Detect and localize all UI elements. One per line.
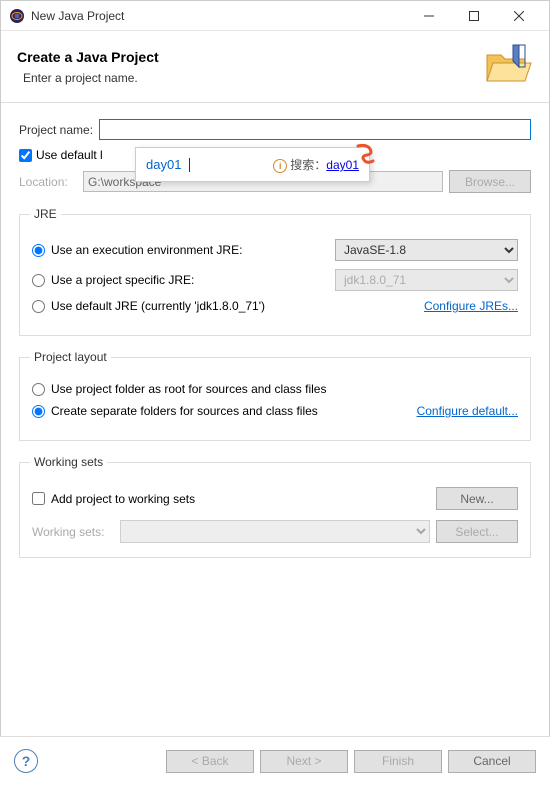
layout-separate-label: Create separate folders for sources and … — [51, 404, 417, 418]
help-icon[interactable]: ? — [14, 749, 38, 773]
browse-button: Browse... — [449, 170, 531, 193]
jre-exec-env-label: Use an execution environment JRE: — [51, 243, 335, 257]
location-label: Location: — [19, 175, 77, 189]
titlebar: New Java Project — [1, 1, 549, 31]
configure-default-link[interactable]: Configure default... — [417, 404, 518, 418]
configure-jres-link[interactable]: Configure JREs... — [424, 299, 518, 313]
minimize-button[interactable] — [406, 2, 451, 30]
use-default-location-label: Use default l — [36, 148, 103, 162]
jre-specific-label: Use a project specific JRE: — [51, 273, 335, 287]
jre-group: JRE Use an execution environment JRE: Ja… — [19, 207, 531, 336]
ime-candidate[interactable]: day01 — [146, 157, 181, 172]
finish-button: Finish — [354, 750, 442, 773]
project-name-row: Project name: — [19, 119, 531, 140]
use-default-location-checkbox[interactable] — [19, 149, 32, 162]
ws-select-button: Select... — [436, 520, 518, 543]
wizard-header: Create a Java Project Enter a project na… — [1, 31, 549, 103]
layout-legend: Project layout — [30, 350, 111, 364]
jre-legend: JRE — [30, 207, 61, 221]
page-subtitle: Enter a project name. — [17, 71, 159, 85]
layout-separate-radio[interactable] — [32, 405, 45, 418]
jre-specific-select: jdk1.8.0_71 — [335, 269, 518, 291]
sogou-logo-icon — [353, 142, 377, 166]
maximize-button[interactable] — [451, 2, 496, 30]
ime-caret — [189, 158, 190, 172]
working-sets-group: Working sets Add project to working sets… — [19, 455, 531, 558]
cancel-button[interactable]: Cancel — [448, 750, 536, 773]
window-title: New Java Project — [31, 9, 406, 23]
project-name-label: Project name: — [19, 123, 93, 137]
ws-label: Working sets: — [32, 525, 114, 539]
jre-exec-env-select[interactable]: JavaSE-1.8 — [335, 239, 518, 261]
ws-legend: Working sets — [30, 455, 107, 469]
jre-default-radio[interactable] — [32, 300, 45, 313]
layout-root-radio[interactable] — [32, 383, 45, 396]
ws-new-button[interactable]: New... — [436, 487, 518, 510]
page-title: Create a Java Project — [17, 49, 159, 65]
ws-add-label: Add project to working sets — [51, 492, 436, 506]
project-layout-group: Project layout Use project folder as roo… — [19, 350, 531, 441]
ws-select — [120, 520, 430, 543]
jre-specific-radio[interactable] — [32, 274, 45, 287]
jre-exec-env-radio[interactable] — [32, 244, 45, 257]
project-name-input[interactable] — [99, 119, 531, 140]
folder-java-icon — [483, 43, 533, 90]
ime-search[interactable]: i 搜索：day01 — [273, 156, 359, 173]
close-button[interactable] — [496, 2, 541, 30]
jre-default-label: Use default JRE (currently 'jdk1.8.0_71'… — [51, 299, 424, 313]
ws-add-checkbox[interactable] — [32, 492, 45, 505]
back-button: < Back — [166, 750, 254, 773]
ime-popup: day01 i 搜索：day01 — [135, 147, 370, 182]
layout-root-label: Use project folder as root for sources a… — [51, 382, 518, 396]
next-button: Next > — [260, 750, 348, 773]
eclipse-icon — [9, 8, 25, 24]
info-icon: i — [273, 159, 287, 173]
wizard-footer: ? < Back Next > Finish Cancel — [0, 736, 550, 785]
